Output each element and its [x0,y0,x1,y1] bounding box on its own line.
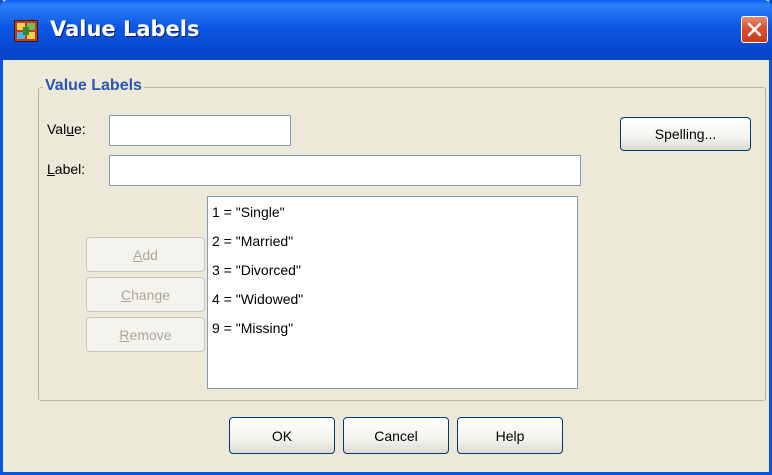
change-button-label: Change [120,286,171,303]
title-bar[interactable]: Value Labels [0,0,772,60]
remove-button[interactable]: Remove [86,317,205,352]
help-button[interactable]: Help [457,417,563,454]
value-label: Value: [47,121,86,137]
change-button[interactable]: Change [86,277,205,312]
close-button[interactable] [741,16,768,43]
cancel-button[interactable]: Cancel [343,417,449,454]
ok-button-label: OK [271,427,293,444]
help-button-label: Help [495,427,525,444]
label-input[interactable] [109,155,581,186]
add-button[interactable]: Add [86,237,205,272]
spelling-button-label: Spelling... [654,126,717,142]
remove-button-label: Remove [119,326,172,343]
spss-grid-icon [14,20,38,42]
ok-button[interactable]: OK [229,417,335,454]
value-input[interactable] [109,115,291,146]
window-title: Value Labels [50,17,200,41]
cancel-button-label: Cancel [374,427,418,444]
close-icon [747,22,762,37]
group-legend: Value Labels [43,77,144,95]
list-item[interactable]: 9 = "Missing" [212,320,293,336]
list-item[interactable]: 1 = "Single" [212,204,285,220]
add-button-label: Add [133,246,158,263]
value-labels-dialog: Value Labels Value Labels Value: Label: … [0,0,772,475]
spelling-button[interactable]: Spelling... [620,117,751,151]
value-labels-list[interactable]: 1 = "Single" 2 = "Married" 3 = "Divorced… [207,196,578,389]
list-item[interactable]: 4 = "Widowed" [212,291,303,307]
list-item[interactable]: 3 = "Divorced" [212,262,301,278]
label-label: Label: [47,161,86,177]
list-item[interactable]: 2 = "Married" [212,233,293,249]
